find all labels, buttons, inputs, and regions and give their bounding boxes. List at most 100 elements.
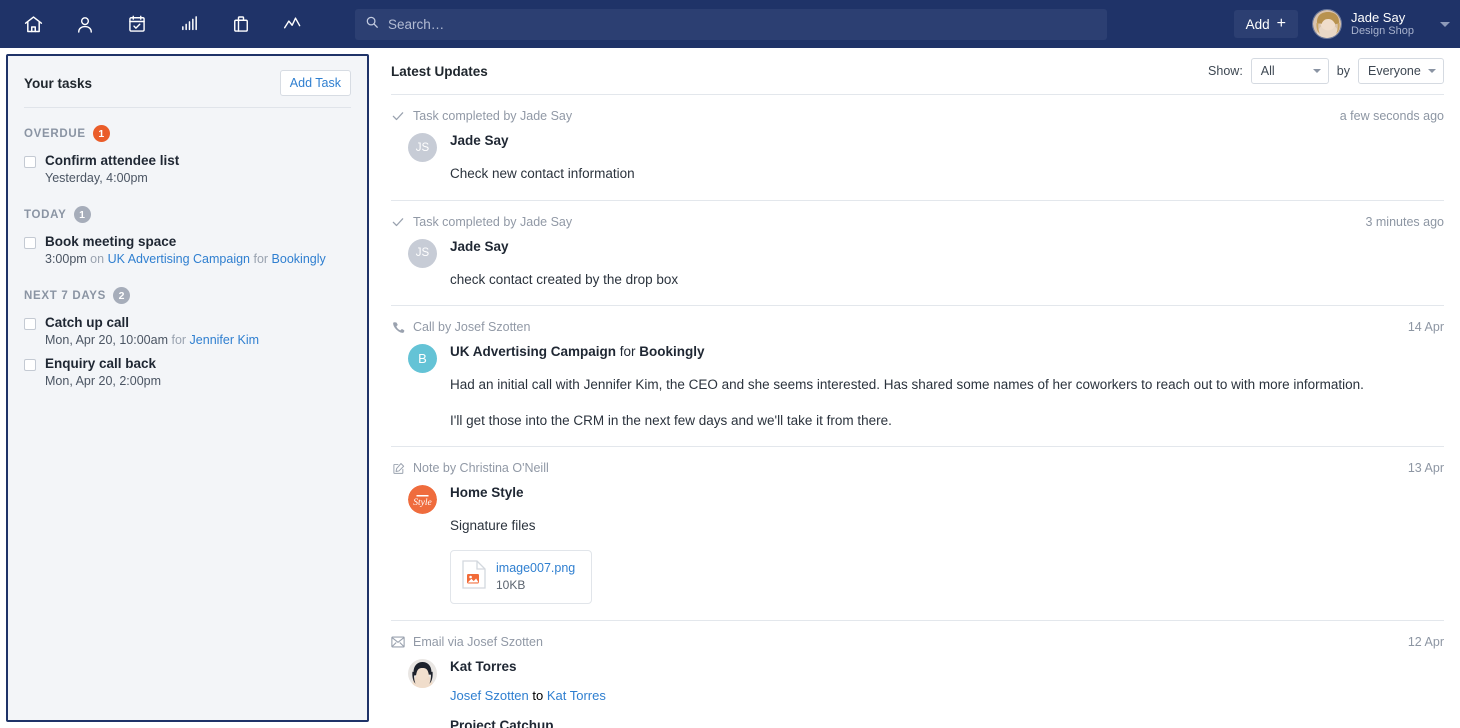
feed-item-content: Jade Say Check new contact information: [450, 133, 1444, 184]
briefcase-icon[interactable]: [222, 7, 260, 41]
add-button-label: Add: [1245, 16, 1270, 32]
by-filter-value: Everyone: [1368, 64, 1421, 78]
task-group-header: NEXT 7 DAYS 2: [24, 270, 351, 310]
feed-item-header: Email via Josef Szotten: [391, 635, 1444, 649]
feed-item[interactable]: Task completed by Jade Say 3 minutes ago J…: [391, 201, 1444, 307]
feed-item-header: Task completed by Jade Say: [391, 215, 1444, 229]
svg-text:Style: Style: [413, 498, 431, 508]
feed-item-content: Home Style Signature files image007.png 10K…: [450, 485, 1444, 604]
feed-item-text: Signature files: [450, 518, 536, 534]
avatar: JS: [408, 238, 437, 268]
participant-link[interactable]: Josef Szotten: [450, 688, 529, 703]
avatar: [408, 658, 437, 688]
feed-item[interactable]: Note by Christina O'Neill 13 Apr Style Home…: [391, 447, 1444, 621]
by-label: by: [1336, 64, 1350, 78]
main-content: Latest Updates Show: All by Everyone Tas…: [375, 48, 1460, 728]
feed-item-header: Call by Josef Szotten: [391, 320, 1444, 334]
task-name: Book meeting space: [45, 234, 177, 249]
task-count-badge: 1: [73, 206, 91, 223]
feed-item-timestamp: 14 Apr: [1407, 320, 1444, 335]
participant-connector: to: [528, 687, 547, 703]
task-group-list: OVERDUE 1 Confirm attendee list Yesterday, …: [24, 108, 351, 392]
task-meta-link[interactable]: Bookingly: [272, 252, 326, 266]
avatar: B: [408, 344, 437, 374]
task-checkbox[interactable]: [24, 359, 36, 371]
task-meta-time: Mon, Apr 20, 2:00pm: [45, 374, 162, 388]
feed-item-title: Kat Torres: [450, 658, 517, 674]
feed-item-content: Jade Say check contact created by the dro…: [450, 239, 1444, 290]
home-icon[interactable]: [14, 7, 52, 41]
task-meta-link[interactable]: UK Advertising Campaign: [108, 252, 250, 266]
attachment-meta: image007.png 10KB: [496, 560, 575, 593]
task-name: Catch up call: [45, 315, 130, 330]
by-filter-select[interactable]: Everyone: [1358, 58, 1444, 84]
task-item[interactable]: Enquiry call back Mon, Apr 20, 2:00pm: [24, 351, 351, 392]
task-meta-link[interactable]: Jennifer Kim: [190, 333, 259, 347]
feed-item[interactable]: Task completed by Jade Say a few seconds …: [391, 95, 1444, 201]
chevron-down-icon[interactable]: [1440, 21, 1450, 27]
image-file-icon: [462, 560, 486, 594]
participant-link[interactable]: Kat Torres: [547, 688, 606, 703]
check-icon: [391, 109, 405, 123]
feed-item-body: B UK Advertising Campaign for Bookingly Ha…: [391, 344, 1444, 430]
attachment-size: 10KB: [496, 578, 526, 593]
title-connector: for: [616, 344, 640, 360]
show-filter-select[interactable]: All: [1250, 58, 1329, 84]
task-meta-time: Yesterday, 4:00pm: [45, 171, 148, 185]
check-icon: [391, 215, 405, 229]
feed-item-title: Jade Say: [450, 238, 509, 254]
task-group-label: NEXT 7 DAYS: [24, 289, 107, 302]
your-tasks-panel: Your tasks Add Task OVERDUE 1 Confirm atte…: [6, 54, 369, 722]
feed-item[interactable]: Email via Josef Szotten 12 Apr Kat Torres J…: [391, 621, 1444, 728]
task-group-label: TODAY: [24, 208, 67, 221]
feed-item-content: UK Advertising Campaign for Bookingly Had…: [450, 344, 1444, 430]
user-menu[interactable]: Jade Say Design Shop: [1312, 9, 1414, 39]
feed-item-title: Home Style: [450, 485, 524, 501]
activity-line-icon[interactable]: [274, 7, 312, 41]
tasks-panel-title: Your tasks: [24, 75, 93, 91]
task-meta-time: Mon, Apr 20, 10:00am: [45, 333, 168, 347]
task-meta: Yesterday, 4:00pm: [45, 171, 351, 185]
add-button[interactable]: Add +: [1233, 10, 1298, 38]
feed-item-text-secondary: I'll get those into the CRM in the next …: [450, 412, 892, 428]
main-header: Latest Updates Show: All by Everyone: [391, 48, 1444, 94]
page-body: Your tasks Add Task OVERDUE 1 Confirm atte…: [0, 48, 1460, 728]
feed-item-body: Kat Torres Josef Szotten to Kat Torres Pro…: [391, 658, 1444, 728]
add-task-button[interactable]: Add Task: [279, 70, 351, 96]
chevron-down-icon: [1428, 69, 1436, 73]
task-checkbox[interactable]: [24, 156, 36, 168]
feed-item-subtitle: Call by Josef Szotten: [413, 320, 531, 335]
feed-item-header: Task completed by Jade Say: [391, 109, 1444, 123]
feed-item-text: check contact created by the drop box: [450, 271, 679, 287]
sidebar: Your tasks Add Task OVERDUE 1 Confirm atte…: [0, 48, 375, 728]
search-bar[interactable]: [355, 8, 1107, 40]
attachment-card[interactable]: image007.png 10KB: [450, 549, 593, 604]
feed-item-timestamp: 13 Apr: [1407, 461, 1444, 476]
feed-item-subtitle: Task completed by Jade Say: [413, 109, 573, 123]
task-item[interactable]: Catch up call Mon, Apr 20, 10:00am for Je…: [24, 310, 351, 351]
feed-item-header: Note by Christina O'Neill: [391, 461, 1444, 475]
feed-item-subtitle: Task completed by Jade Say: [413, 214, 573, 229]
avatar: JS: [408, 133, 437, 162]
user-name: Jade Say: [1351, 9, 1406, 25]
task-checkbox[interactable]: [24, 318, 36, 330]
avatar: [1312, 9, 1342, 39]
feed-item[interactable]: Call by Josef Szotten 14 Apr B UK Advertisi…: [391, 306, 1444, 448]
bar-chart-icon[interactable]: [170, 7, 208, 41]
task-count-badge: 2: [113, 287, 131, 304]
task-title-line: Confirm attendee list: [24, 153, 351, 168]
feed-item-timestamp: 3 minutes ago: [1365, 214, 1444, 229]
nav-icon-group: [14, 7, 312, 41]
calendar-check-icon[interactable]: [118, 7, 156, 41]
feed-item-body: Style Home Style Signature files image007.p…: [391, 485, 1444, 604]
search-input[interactable]: [388, 16, 1097, 32]
task-name: Enquiry call back: [45, 356, 157, 371]
task-item[interactable]: Book meeting space 3:00pm on UK Advertisi…: [24, 229, 351, 270]
attachment-name[interactable]: image007.png: [496, 560, 575, 577]
user-org: Design Shop: [1351, 25, 1414, 38]
contacts-icon[interactable]: [66, 7, 104, 41]
task-checkbox[interactable]: [24, 237, 36, 249]
user-text: Jade Say Design Shop: [1351, 10, 1414, 38]
search-icon: [365, 15, 379, 34]
task-item[interactable]: Confirm attendee list Yesterday, 4:00pm: [24, 148, 351, 189]
